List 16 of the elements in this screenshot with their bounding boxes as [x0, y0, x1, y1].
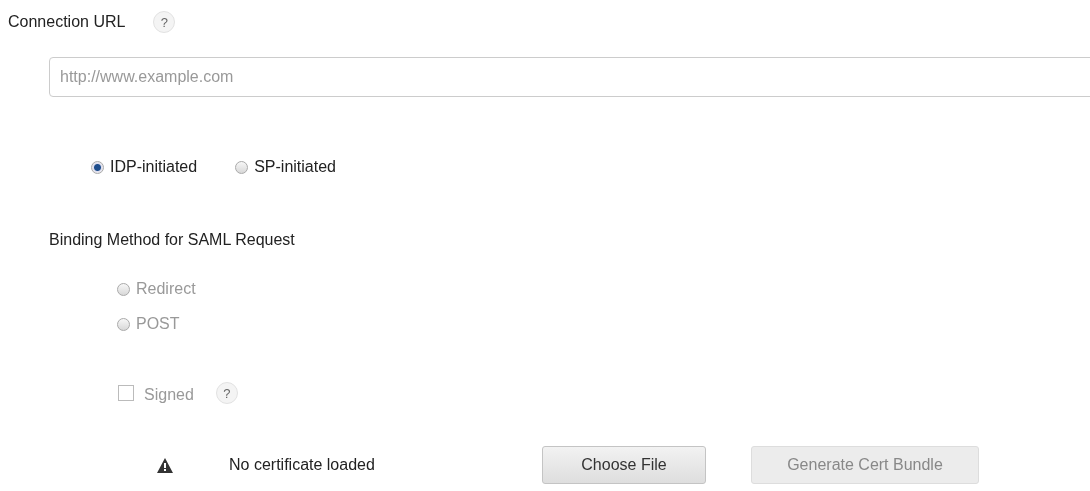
section-heading: Binding Method for SAML Request — [49, 231, 296, 250]
radio-option[interactable]: IDP-initiated — [91, 158, 198, 176]
help-icon[interactable]: ? — [153, 11, 176, 33]
warning-icon — [157, 457, 173, 473]
radio-label: POST — [136, 315, 180, 333]
certificate-status: No certificate loaded — [229, 456, 376, 474]
radio-option[interactable]: SP-initiated — [235, 158, 336, 176]
action-button[interactable]: Choose File — [542, 446, 706, 484]
radio-label: IDP-initiated — [110, 158, 198, 176]
field-label: Connection URL — [8, 13, 126, 31]
url-input-field[interactable]: http://www.example.com — [49, 57, 1090, 97]
radio-label: SP-initiated — [254, 158, 336, 176]
radio-label: Redirect — [136, 280, 196, 298]
checkbox-label: Signed — [144, 386, 194, 404]
radio-icon[interactable] — [91, 160, 104, 174]
radio-icon[interactable] — [235, 160, 249, 174]
